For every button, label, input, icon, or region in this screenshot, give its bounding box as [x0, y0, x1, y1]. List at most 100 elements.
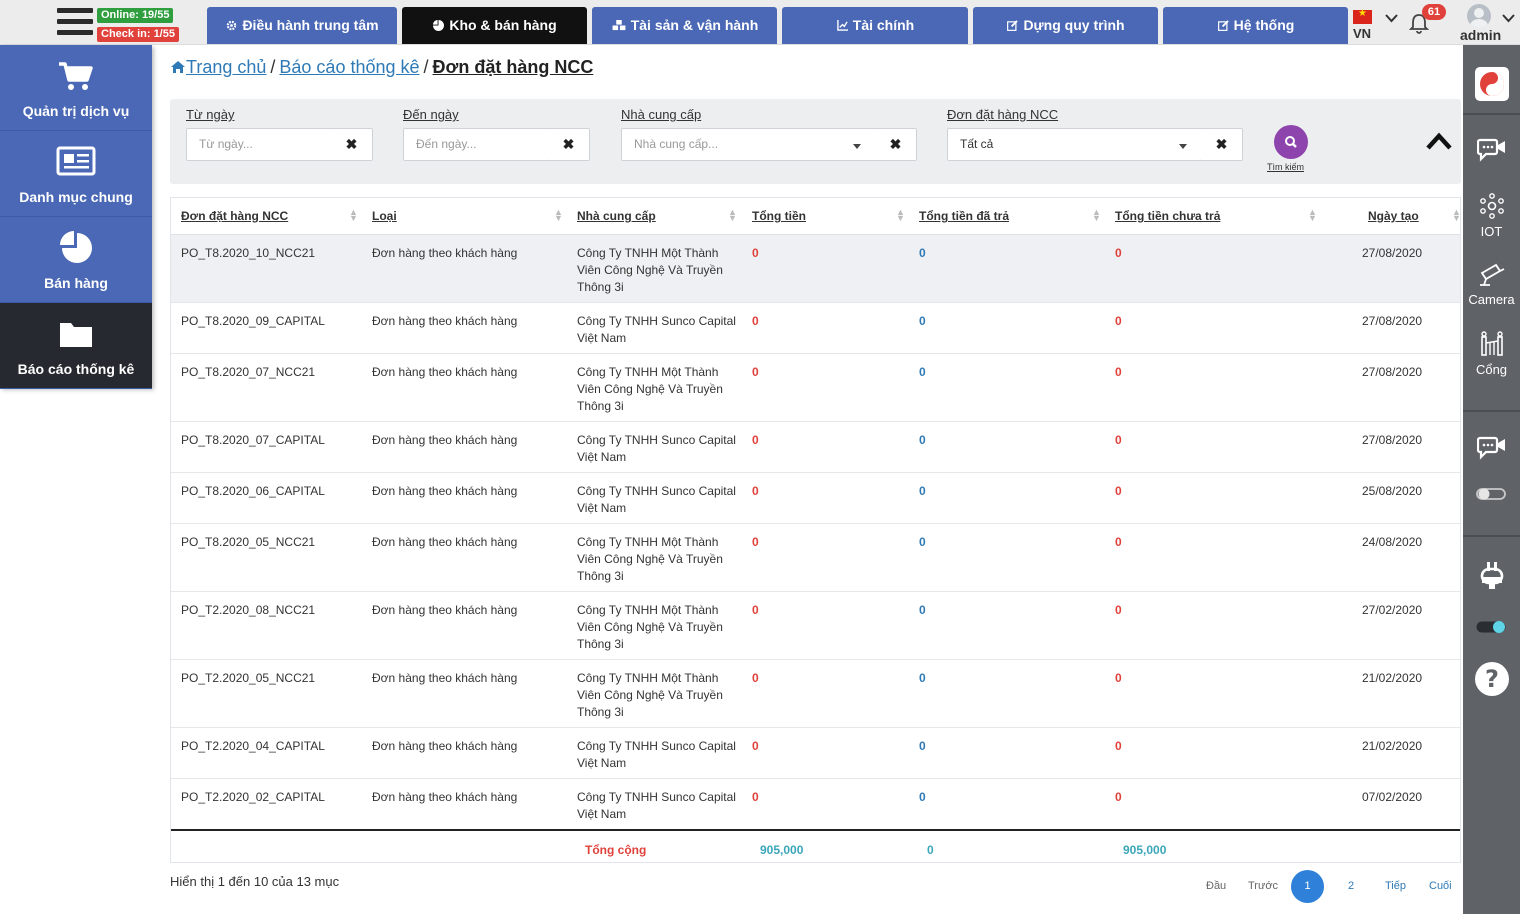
sort-icon[interactable]: ▲ ▼: [896, 208, 905, 223]
tab-tai-chinh[interactable]: Tài chính: [782, 7, 968, 44]
to-date-input[interactable]: Đến ngày...: [403, 128, 549, 161]
pagination-page-1[interactable]: 1: [1291, 870, 1324, 903]
table-row[interactable]: PO_T2.2020_08_NCC21 Đơn hàng theo khách h…: [171, 592, 1460, 660]
orders-table: Đơn đặt hàng NCC ▲ ▼ Loại ▲ ▼ Nhà cung cấp…: [170, 197, 1461, 863]
supplier-select[interactable]: Nhà cung cấp...: [621, 128, 876, 161]
pie-chart-icon: [433, 20, 445, 31]
plug-icon[interactable]: [1463, 561, 1520, 596]
cell-paid: 0: [919, 535, 926, 549]
video-chat-icon[interactable]: [1463, 435, 1520, 466]
cell-paid: 0: [919, 603, 926, 617]
column-header-date[interactable]: Ngày tạo: [1368, 209, 1419, 223]
cell-date: 27/08/2020: [1362, 246, 1423, 260]
sort-icon[interactable]: ▲ ▼: [728, 208, 737, 223]
hamburger-menu-icon[interactable]: [57, 8, 93, 40]
column-header-paid[interactable]: Tổng tiền đã trả: [919, 209, 1009, 223]
cell-total: 0: [752, 739, 759, 753]
clear-icon[interactable]: ✖: [548, 128, 590, 161]
cell-supplier: Công Ty TNHH Một Thành Viên Công Nghệ Và…: [577, 535, 723, 583]
cell-unpaid: 0: [1115, 671, 1122, 685]
chevron-down-icon[interactable]: [1385, 10, 1398, 26]
table-header: Đơn đặt hàng NCC ▲ ▼ Loại ▲ ▼ Nhà cung cấp…: [171, 198, 1461, 235]
cell-order-code: PO_T8.2020_06_CAPITAL: [181, 484, 325, 498]
page-title: Đơn đặt hàng NCC: [432, 57, 594, 77]
iot-label: IOT: [1480, 224, 1503, 239]
chevron-down-icon[interactable]: [1179, 144, 1187, 149]
table-row[interactable]: PO_T8.2020_05_NCC21 Đơn hàng theo khách h…: [171, 524, 1460, 592]
pagination-prev[interactable]: Trước: [1248, 880, 1278, 892]
cell-paid: 0: [919, 484, 926, 498]
sort-icon[interactable]: ▲ ▼: [1452, 208, 1461, 223]
folder-icon: [60, 323, 92, 347]
column-header-order[interactable]: Đơn đặt hàng NCC: [181, 209, 288, 223]
toggle-switch-off[interactable]: [1463, 486, 1520, 507]
help-icon[interactable]: ?: [1463, 661, 1520, 702]
table-row[interactable]: PO_T8.2020_07_CAPITAL Đơn hàng theo khách…: [171, 422, 1460, 473]
avatar[interactable]: [1467, 4, 1491, 28]
pagination-next[interactable]: Tiếp: [1385, 880, 1406, 892]
sidebar-item-bao-cao-thong-ke[interactable]: Báo cáo thống kê: [0, 303, 152, 389]
cell-supplier: Công Ty TNHH Một Thành Viên Công Nghệ Và…: [577, 365, 723, 413]
table-row[interactable]: PO_T2.2020_04_CAPITAL Đơn hàng theo khách…: [171, 728, 1460, 779]
chevron-up-icon[interactable]: [1426, 131, 1452, 151]
pagination-page-2[interactable]: 2: [1348, 880, 1354, 892]
iot-button[interactable]: IOT: [1463, 193, 1520, 239]
search-button[interactable]: [1274, 125, 1308, 159]
tab-dung-quy-trinh[interactable]: Dựng quy trình: [973, 7, 1158, 44]
tab-he-thong[interactable]: Hệ thống: [1163, 7, 1348, 44]
sort-icon[interactable]: ▲ ▼: [554, 208, 563, 223]
chevron-down-icon[interactable]: [853, 144, 861, 149]
sort-icon[interactable]: ▲ ▼: [1308, 208, 1317, 223]
camera-button[interactable]: Camera: [1463, 261, 1520, 307]
table-row[interactable]: PO_T8.2020_10_NCC21 Đơn hàng theo khách h…: [171, 235, 1460, 303]
sort-icon[interactable]: ▲ ▼: [1092, 208, 1101, 223]
sidebar-item-ban-hang[interactable]: Bán hàng: [0, 217, 152, 303]
from-date-input[interactable]: Từ ngày...: [186, 128, 332, 161]
tab-tai-san-van-hanh[interactable]: Tài sản & vận hành: [592, 7, 777, 44]
language-label[interactable]: VN: [1353, 26, 1371, 41]
sidebar-item-danh-muc-chung[interactable]: Danh mục chung: [0, 131, 152, 217]
cell-date: 27/08/2020: [1362, 314, 1423, 328]
table-row[interactable]: PO_T8.2020_06_CAPITAL Đơn hàng theo khách…: [171, 473, 1460, 524]
column-header-type[interactable]: Loại: [372, 209, 397, 223]
tab-kho-ban-hang[interactable]: Kho & bán hàng: [402, 7, 587, 44]
breadcrumb-home[interactable]: Trang chủ: [170, 57, 266, 77]
cell-total: 0: [752, 790, 759, 804]
gate-button[interactable]: Cổng: [1463, 329, 1520, 377]
clear-icon[interactable]: ✖: [1201, 128, 1243, 161]
to-date-label: Đến ngày: [403, 107, 459, 122]
cell-paid: 0: [919, 739, 926, 753]
cell-paid: 0: [919, 365, 926, 379]
footer-paid: 0: [927, 843, 934, 857]
column-header-unpaid[interactable]: Tổng tiền chưa trả: [1115, 209, 1220, 223]
search-label[interactable]: Tìm kiếm: [1267, 162, 1304, 172]
column-header-total[interactable]: Tổng tiền: [752, 209, 806, 223]
sort-icon[interactable]: ▲ ▼: [349, 208, 358, 223]
cell-type: Đơn hàng theo khách hàng: [372, 365, 518, 379]
breadcrumb-reports[interactable]: Báo cáo thống kê: [279, 57, 419, 77]
cubes-icon: [612, 20, 626, 31]
toggle-switch-on[interactable]: [1463, 618, 1520, 641]
vietnam-flag-icon[interactable]: [1353, 8, 1372, 24]
tab-dieu-hanh-trung-tam[interactable]: Điều hành trung tâm: [207, 7, 397, 44]
pagination-first[interactable]: Đầu: [1206, 880, 1226, 892]
table-row[interactable]: PO_T8.2020_07_NCC21 Đơn hàng theo khách h…: [171, 354, 1460, 422]
edit-icon: [1217, 20, 1229, 31]
pagination-info: Hiển thị 1 đến 10 của 13 mục: [170, 874, 340, 889]
sidebar-item-quan-tri-dich-vu[interactable]: Quản trị dịch vụ: [0, 45, 152, 131]
column-header-supplier[interactable]: Nhà cung cấp: [577, 209, 656, 223]
pagination-last[interactable]: Cuối: [1429, 880, 1452, 892]
cell-unpaid: 0: [1115, 790, 1122, 804]
cell-order-code: PO_T2.2020_08_NCC21: [181, 603, 316, 617]
iot-icon: [1479, 193, 1504, 219]
clear-icon[interactable]: ✖: [331, 128, 373, 161]
cell-date: 21/02/2020: [1362, 739, 1423, 753]
video-chat-icon[interactable]: [1463, 137, 1520, 168]
app-logo-icon[interactable]: [1463, 67, 1520, 106]
table-row[interactable]: PO_T2.2020_05_NCC21 Đơn hàng theo khách h…: [171, 660, 1460, 728]
clear-icon[interactable]: ✖: [875, 128, 917, 161]
chevron-down-icon[interactable]: [1502, 10, 1515, 26]
table-row[interactable]: PO_T2.2020_02_CAPITAL Đơn hàng theo khách…: [171, 779, 1460, 830]
table-row[interactable]: PO_T8.2020_09_CAPITAL Đơn hàng theo khách…: [171, 303, 1460, 354]
order-select[interactable]: Tất cả: [947, 128, 1202, 161]
